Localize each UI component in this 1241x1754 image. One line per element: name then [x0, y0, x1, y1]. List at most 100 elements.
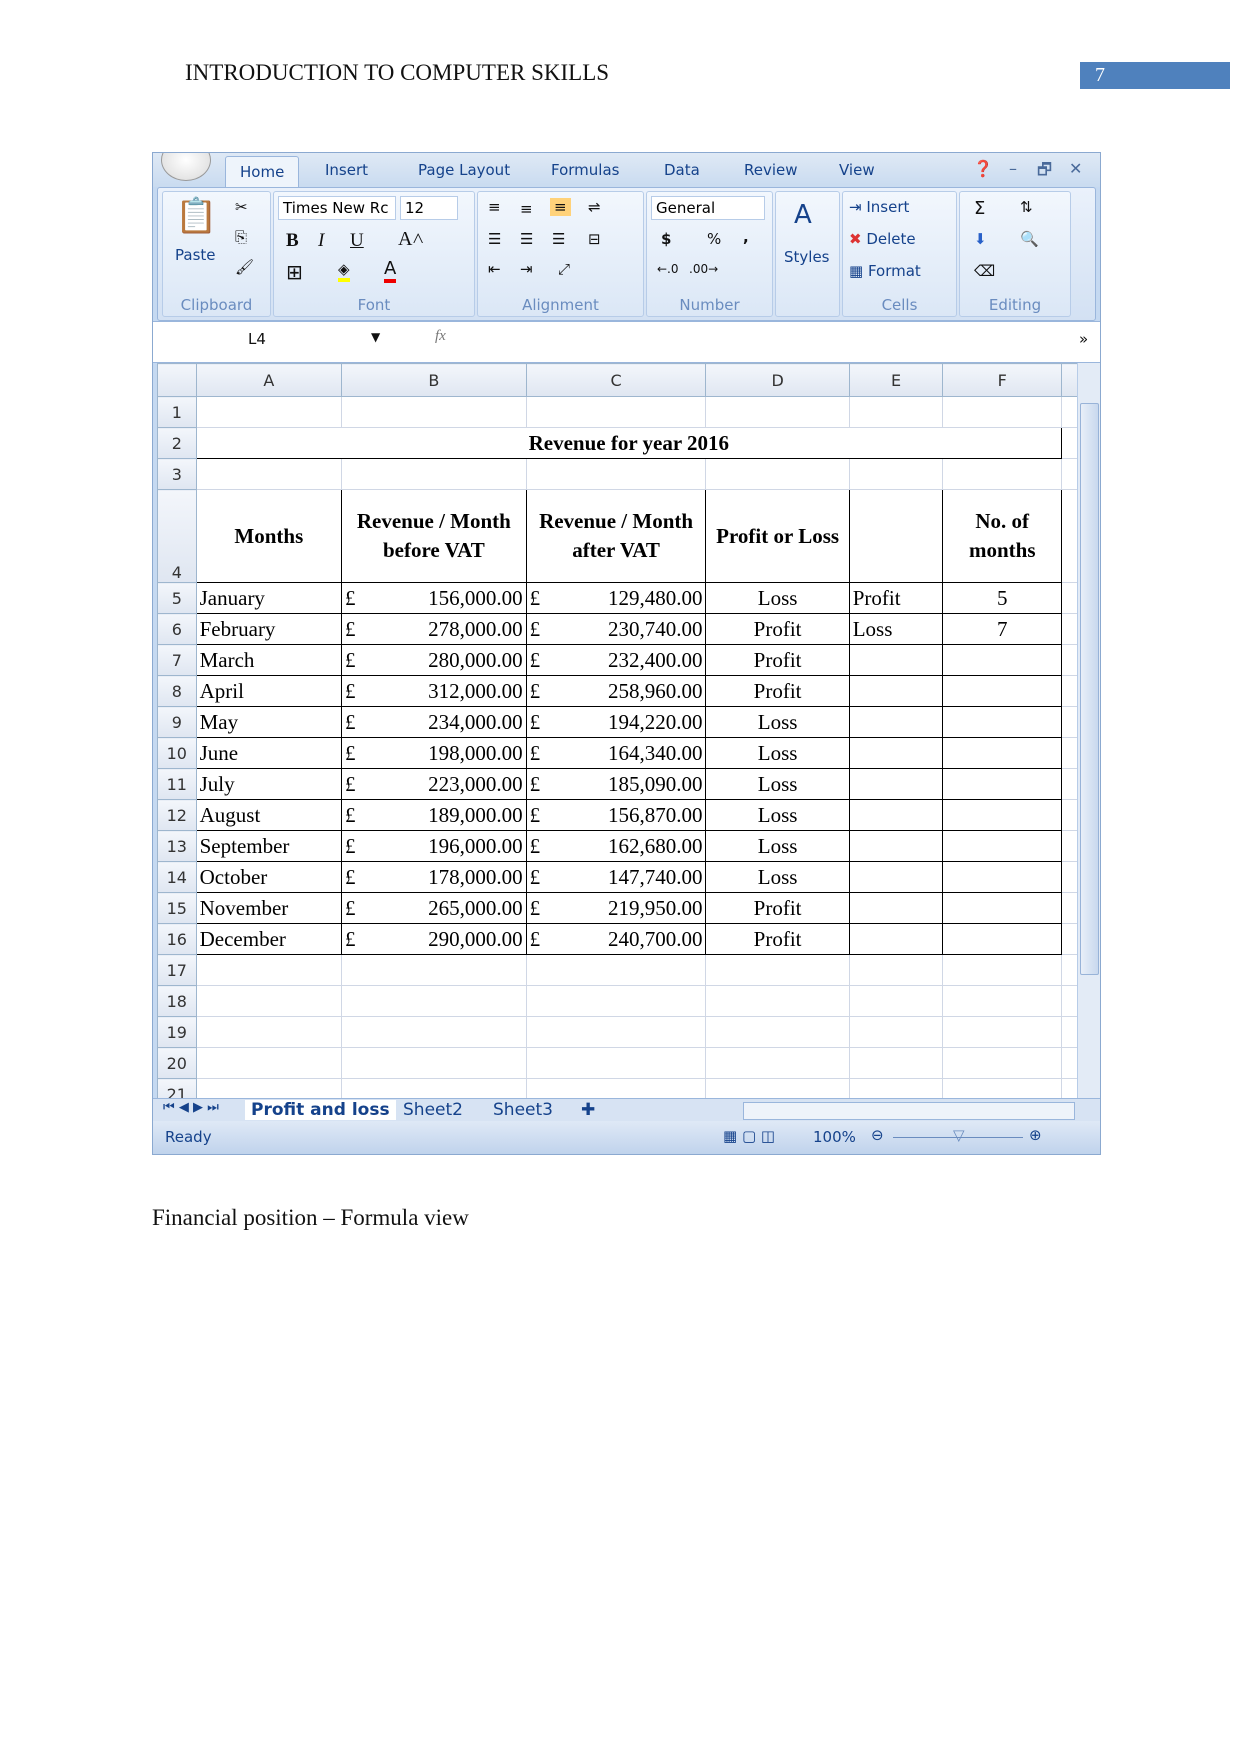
cell[interactable]	[705, 1047, 850, 1079]
align-center-icon[interactable]: ☰	[520, 230, 533, 248]
delete-cells-button[interactable]: ✖ Delete	[849, 230, 916, 248]
cell[interactable]	[525, 1047, 707, 1079]
cell-before[interactable]: £196,000.00	[341, 830, 527, 862]
cell-e[interactable]: Profit	[848, 582, 944, 614]
cell-after[interactable]: £129,480.00	[525, 582, 707, 614]
tab-insert[interactable]: Insert	[325, 161, 368, 179]
name-box[interactable]: L4	[248, 330, 266, 348]
cell-after[interactable]: £156,870.00	[525, 799, 707, 831]
cell-month[interactable]: December	[195, 923, 343, 955]
cell-before[interactable]: £156,000.00	[341, 582, 527, 614]
column-header[interactable]: B	[341, 363, 527, 397]
font-name-select[interactable]: Times New Rc	[278, 196, 396, 220]
cell[interactable]	[341, 1016, 527, 1048]
help-icon[interactable]: ❓	[973, 159, 993, 178]
borders-icon[interactable]: ⊞	[286, 260, 303, 284]
cell[interactable]	[848, 1016, 944, 1048]
vertical-scrollbar[interactable]	[1077, 363, 1100, 1154]
autosum-icon[interactable]: Σ	[974, 198, 985, 219]
cell-months[interactable]	[942, 675, 1062, 707]
cell[interactable]	[195, 1047, 343, 1079]
cell[interactable]	[848, 396, 944, 428]
insert-cells-button[interactable]: ⇥ Insert	[849, 198, 909, 216]
cell-after[interactable]: £185,090.00	[525, 768, 707, 800]
row-header[interactable]: 19	[157, 1016, 197, 1048]
cell[interactable]	[341, 1047, 527, 1079]
cell-months[interactable]	[942, 923, 1062, 955]
tab-formulas[interactable]: Formulas	[551, 161, 619, 179]
cell-month[interactable]: June	[195, 737, 343, 769]
column-header[interactable]: C	[525, 363, 707, 397]
row-header[interactable]: 8	[157, 675, 197, 707]
cell-profit-loss[interactable]: Loss	[705, 706, 850, 738]
column-header[interactable]: E	[848, 363, 944, 397]
cell-month[interactable]: October	[195, 861, 343, 893]
sheet-tab-profit-and-loss[interactable]: Profit and loss	[245, 1100, 396, 1120]
row-header[interactable]: 4	[157, 489, 197, 583]
align-top-icon[interactable]: ≡	[488, 198, 501, 216]
cell-months[interactable]	[942, 768, 1062, 800]
cell-after[interactable]: £162,680.00	[525, 830, 707, 862]
row-header[interactable]: 11	[157, 768, 197, 800]
cell[interactable]	[848, 458, 944, 490]
align-bottom-icon[interactable]: ≡	[550, 198, 571, 216]
align-left-icon[interactable]: ☰	[488, 230, 501, 248]
cell-month[interactable]: March	[195, 644, 343, 676]
cell-after[interactable]: £258,960.00	[525, 675, 707, 707]
row-header[interactable]: 20	[157, 1047, 197, 1079]
cell[interactable]	[525, 985, 707, 1017]
cell[interactable]	[942, 985, 1062, 1017]
cell-e[interactable]	[848, 892, 944, 924]
cell-before[interactable]: £312,000.00	[341, 675, 527, 707]
cell[interactable]	[525, 954, 707, 986]
sheet-nav-icons[interactable]: ⏮ ◀ ▶ ⏭	[163, 1100, 219, 1115]
view-buttons[interactable]: ▦ ▢ ◫	[723, 1127, 775, 1145]
tab-page-layout[interactable]: Page Layout	[418, 161, 510, 179]
cell-profit-loss[interactable]: Loss	[705, 582, 850, 614]
horizontal-scrollbar[interactable]	[743, 1102, 1075, 1120]
cell-months[interactable]	[942, 861, 1062, 893]
cell[interactable]	[525, 396, 707, 428]
row-header[interactable]: 7	[157, 644, 197, 676]
cell-profit-loss[interactable]: Loss	[705, 737, 850, 769]
cell-e[interactable]	[848, 675, 944, 707]
cell-after[interactable]: £164,340.00	[525, 737, 707, 769]
cell-after[interactable]: £219,950.00	[525, 892, 707, 924]
cell-before[interactable]: £234,000.00	[341, 706, 527, 738]
row-header[interactable]: 13	[157, 830, 197, 862]
cell-month[interactable]: November	[195, 892, 343, 924]
cell[interactable]	[341, 458, 527, 490]
cell-before[interactable]: £278,000.00	[341, 613, 527, 645]
function-icon[interactable]: fx	[435, 328, 446, 345]
zoom-level[interactable]: 100%	[813, 1128, 856, 1146]
cell-e[interactable]	[848, 861, 944, 893]
cell-profit-loss[interactable]: Loss	[705, 830, 850, 862]
format-cells-button[interactable]: ▦ Format	[849, 262, 921, 280]
select-all[interactable]	[157, 363, 197, 397]
increase-indent-icon[interactable]: ⇥	[520, 260, 533, 278]
cell-after[interactable]: £230,740.00	[525, 613, 707, 645]
cell-profit-loss[interactable]: Profit	[705, 892, 850, 924]
cell-before[interactable]: £189,000.00	[341, 799, 527, 831]
cell-profit-loss[interactable]: Loss	[705, 799, 850, 831]
cell-before[interactable]: £178,000.00	[341, 861, 527, 893]
row-header[interactable]: 12	[157, 799, 197, 831]
format-painter-icon[interactable]: 🖌	[235, 258, 254, 276]
tab-home[interactable]: Home	[225, 156, 300, 187]
column-header[interactable]: D	[705, 363, 850, 397]
zoom-out-icon[interactable]: ⊖	[871, 1126, 884, 1144]
cell[interactable]	[705, 396, 850, 428]
merge-center-icon[interactable]: ⊟	[588, 230, 601, 248]
cell-after[interactable]: £194,220.00	[525, 706, 707, 738]
font-color-icon[interactable]: A	[384, 258, 397, 283]
styles-button[interactable]: Styles	[784, 248, 830, 266]
cell-months[interactable]	[942, 799, 1062, 831]
header-before-vat[interactable]: Revenue / Month before VAT	[341, 489, 527, 583]
align-right-icon[interactable]: ☰	[552, 230, 565, 248]
cell-e[interactable]: Loss	[848, 613, 944, 645]
cell[interactable]	[848, 954, 944, 986]
cell-months[interactable]	[942, 706, 1062, 738]
name-box-dropdown-icon[interactable]: ▼	[371, 330, 380, 344]
cell-month[interactable]: May	[195, 706, 343, 738]
cell-profit-loss[interactable]: Profit	[705, 923, 850, 955]
